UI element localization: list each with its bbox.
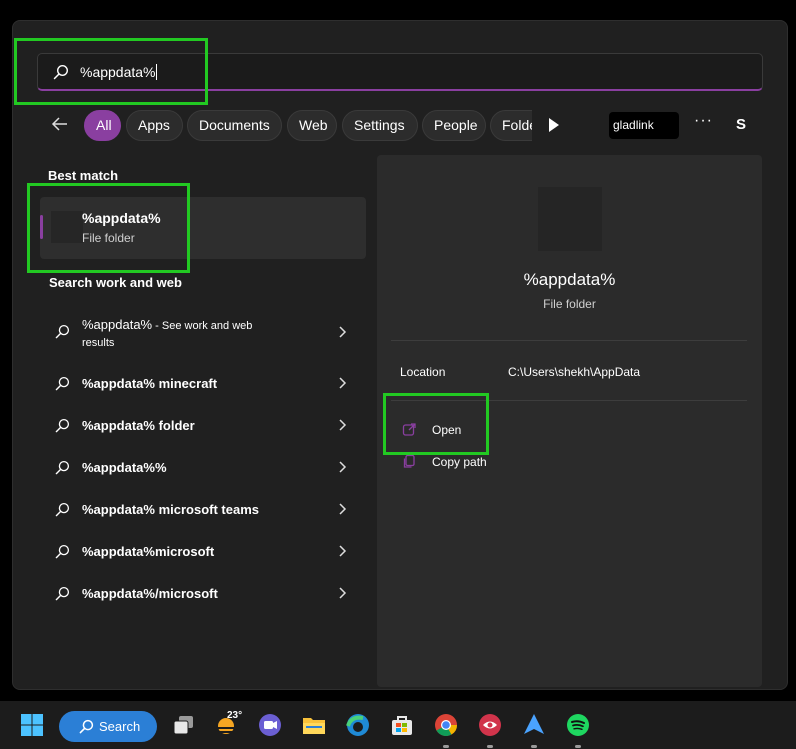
profile-label[interactable]: gladlink: [609, 112, 679, 139]
avatar[interactable]: S: [731, 114, 751, 136]
search-icon: [55, 418, 70, 433]
suggestion-line2: results: [82, 337, 115, 349]
taskbar-search-label: Search: [99, 719, 141, 734]
taskbar: Search 23°: [0, 701, 796, 749]
teams-chat-icon[interactable]: [257, 712, 283, 738]
filter-chip-people[interactable]: People: [422, 110, 486, 141]
copy-path-label: Copy path: [432, 455, 487, 469]
copy-path-icon: [403, 454, 415, 468]
suggestion-item[interactable]: %appdata%%: [48, 448, 360, 488]
search-icon: [55, 502, 70, 517]
suggestion-rest: - See work and web: [152, 320, 253, 332]
suggestion-item[interactable]: %appdata%microsoft: [48, 532, 360, 572]
highlight-box-best-match: [27, 183, 190, 273]
copy-path-action[interactable]: Copy path: [402, 452, 552, 474]
search-icon: [55, 586, 70, 601]
taskbar-search-button[interactable]: Search: [59, 711, 157, 742]
highlight-box-search: [14, 38, 208, 105]
chevron-right-icon: [339, 326, 347, 338]
app-icon[interactable]: [477, 712, 503, 738]
filter-chip-settings[interactable]: Settings: [342, 110, 418, 141]
filter-chip-folders[interactable]: Folde: [490, 110, 532, 141]
chevron-right-icon: [339, 377, 347, 389]
highlight-box-open: [383, 393, 489, 455]
chevron-right-icon: [339, 587, 347, 599]
spotify-icon[interactable]: [565, 712, 591, 738]
suggestion-text: %appdata% folder: [82, 418, 195, 433]
divider: [391, 340, 747, 341]
back-arrow-icon[interactable]: [50, 114, 70, 134]
chevron-right-icon: [339, 503, 347, 515]
suggestion-text: %appdata% minecraft: [82, 376, 218, 391]
chrome-icon[interactable]: [433, 712, 459, 738]
suggestion-item[interactable]: %appdata% - See work and web results: [48, 312, 360, 356]
more-options-icon[interactable]: ···: [694, 112, 713, 130]
search-icon: [55, 324, 70, 339]
suggestion-item[interactable]: %appdata%/microsoft: [48, 574, 360, 614]
search-icon: [55, 460, 70, 475]
suggestion-text: %appdata%%: [82, 460, 167, 475]
start-icon[interactable]: [20, 713, 44, 737]
running-indicator: [443, 745, 449, 748]
store-icon[interactable]: [389, 712, 415, 738]
filter-chip-documents[interactable]: Documents: [187, 110, 282, 141]
edge-icon[interactable]: [345, 712, 371, 738]
filter-chip-all[interactable]: All: [84, 110, 121, 141]
running-indicator: [531, 745, 537, 748]
suggestion-text: %appdata% microsoft teams: [82, 502, 259, 517]
search-icon: [55, 544, 70, 559]
play-icon[interactable]: [547, 116, 561, 134]
running-indicator: [487, 745, 493, 748]
search-icon: [79, 719, 94, 734]
search-web-heading: Search work and web: [49, 275, 182, 290]
chevron-right-icon: [339, 461, 347, 473]
file-explorer-icon[interactable]: [301, 712, 327, 738]
suggestion-item[interactable]: %appdata% folder: [48, 406, 360, 446]
suggestion-text: %appdata%/microsoft: [82, 586, 218, 601]
folder-icon: [538, 187, 602, 251]
search-icon: [55, 376, 70, 391]
suggestion-text: %appdata%microsoft: [82, 544, 215, 559]
detail-name: %appdata%: [523, 270, 616, 289]
filter-chip-web[interactable]: Web: [287, 110, 337, 141]
arc-icon[interactable]: [521, 712, 547, 738]
suggestion-bold: %appdata%: [82, 317, 153, 332]
detail-type: File folder: [543, 297, 596, 311]
weather-temperature: 23°: [227, 710, 243, 721]
chevron-right-icon: [339, 545, 347, 557]
chevron-right-icon: [339, 419, 347, 431]
task-view-icon[interactable]: [171, 712, 197, 738]
best-match-heading: Best match: [48, 168, 119, 183]
suggestion-item[interactable]: %appdata% minecraft: [48, 364, 360, 404]
running-indicator: [575, 745, 581, 748]
location-value: C:\Users\shekh\AppData: [508, 365, 641, 379]
suggestion-item[interactable]: %appdata% microsoft teams: [48, 490, 360, 530]
filter-chip-apps[interactable]: Apps: [126, 110, 183, 141]
location-label: Location: [400, 365, 446, 379]
